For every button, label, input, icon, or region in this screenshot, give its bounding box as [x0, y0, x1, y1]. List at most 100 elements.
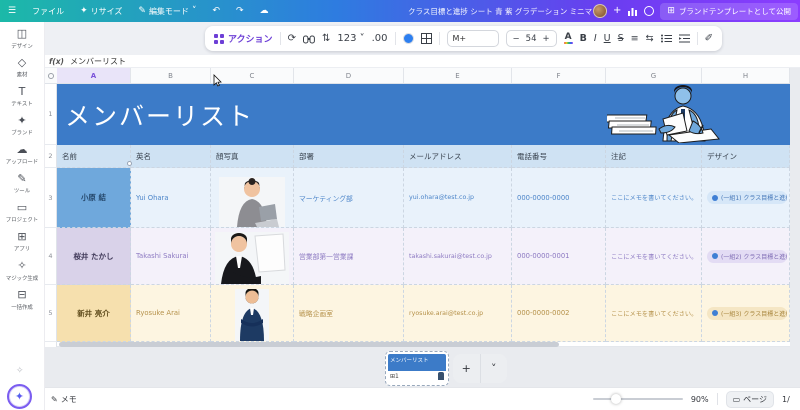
resize-button[interactable]: ✦リサイズ	[72, 0, 130, 22]
row-number-5[interactable]: 5	[45, 285, 57, 342]
add-sheet-button[interactable]: +	[453, 354, 481, 383]
cell-design[interactable]: (一組1) クラス目標と進捗 …	[702, 168, 790, 228]
undo-button[interactable]: ↶	[204, 0, 228, 22]
selection-handle[interactable]	[127, 161, 132, 166]
cell-phone[interactable]: 000-0000-0002	[512, 285, 606, 342]
cell-note[interactable]: ここにメモを書いてください。	[606, 285, 702, 342]
column-header-A[interactable]: A	[57, 68, 131, 83]
cell-photo[interactable]	[211, 168, 294, 228]
edit-mode-button[interactable]: ✎編集モード˅	[130, 0, 204, 22]
cell-english-name[interactable]: Yui Ohara	[131, 168, 211, 228]
cell-email[interactable]: ryosuke.arai@test.co.jp	[404, 285, 512, 342]
header-cell-H[interactable]: デザイン	[702, 145, 790, 168]
column-header-G[interactable]: G	[606, 68, 702, 83]
font-size-decrease[interactable]: −	[513, 34, 520, 44]
sidebar-item-projects[interactable]: ▭プロジェクト	[4, 202, 40, 224]
header-cell-A[interactable]: 名前	[57, 145, 131, 168]
sheet-list-button[interactable]: ˅	[481, 354, 508, 383]
cell-note[interactable]: ここにメモを書いてください。	[606, 228, 702, 285]
sidebar-item-elements[interactable]: ◇素材	[16, 57, 28, 79]
cell-note[interactable]: ここにメモを書いてください。	[606, 168, 702, 228]
binoculars-icon[interactable]	[303, 34, 315, 44]
formula-bar[interactable]: f(x) メンバーリスト	[45, 55, 800, 68]
cell-email[interactable]: takashi.sakurai@test.co.jp	[404, 228, 512, 285]
column-header-H[interactable]: H	[702, 68, 790, 83]
zoom-slider[interactable]	[593, 398, 683, 400]
column-header-D[interactable]: D	[294, 68, 404, 83]
cell-design[interactable]: (一組3) クラス目標と進捗 …	[702, 285, 790, 342]
header-cell-B[interactable]: 英名	[131, 145, 211, 168]
cell-phone[interactable]: 000-0000-0000	[512, 168, 606, 228]
underline-button[interactable]: U	[604, 33, 611, 44]
cell-name[interactable]: 小原 結	[57, 168, 131, 228]
cell-design[interactable]: (一組2) クラス目標と進捗 …	[702, 228, 790, 285]
document-title[interactable]: クラス目標と進捗 シート 青 紫 グラデーション ミニマリストス...	[408, 0, 608, 22]
cloud-save-status[interactable]: ☁	[252, 0, 277, 22]
design-link-chip[interactable]: (一組2) クラス目標と進捗 …	[707, 250, 787, 263]
sidebar-item-magic-media[interactable]: ✧マジック生成	[4, 260, 40, 282]
zoom-slider-knob[interactable]	[611, 394, 621, 404]
add-member-button[interactable]: +	[613, 6, 621, 16]
design-link-chip[interactable]: (一組1) クラス目標と進捗 …	[707, 191, 787, 204]
sidebar-item-tools[interactable]: ✎ツール	[13, 173, 31, 195]
text-color-button[interactable]: A	[564, 33, 573, 45]
cell-email[interactable]: yui.ohara@test.co.jp	[404, 168, 512, 228]
cell-name[interactable]: 桜井 たかし	[57, 228, 131, 285]
title-cell[interactable]: メンバーリスト	[57, 84, 790, 145]
file-menu-button[interactable]: ファイル	[24, 0, 72, 22]
column-header-E[interactable]: E	[404, 68, 512, 83]
sidebar-item-brand[interactable]: ✦ブランド	[10, 115, 34, 137]
bold-button[interactable]: B	[580, 33, 587, 44]
sidebar-item-apps[interactable]: ⊞アプリ	[13, 231, 31, 253]
select-all-button[interactable]	[45, 68, 57, 83]
canva-assistant-button[interactable]: ✦	[7, 384, 32, 409]
cell-department[interactable]: 営業部第一営業課	[294, 228, 404, 285]
cell-photo[interactable]	[211, 285, 294, 342]
notes-button[interactable]: ✎ メモ	[45, 394, 77, 405]
list-button[interactable]	[661, 34, 672, 43]
cell-english-name[interactable]: Takashi Sakurai	[131, 228, 211, 285]
design-link-chip[interactable]: (一組3) クラス目標と進捗 …	[707, 307, 787, 320]
italic-button[interactable]: I	[594, 33, 597, 44]
cell-english-name[interactable]: Ryosuke Arai	[131, 285, 211, 342]
insights-chart-icon[interactable]	[627, 6, 638, 17]
main-menu-button[interactable]: ☰	[0, 0, 24, 22]
sidebar-item-design[interactable]: ◫デザイン	[10, 28, 34, 50]
column-header-C[interactable]: C	[211, 68, 294, 83]
number-format-dropdown[interactable]: 123 ˅	[337, 34, 364, 44]
avatar[interactable]	[593, 4, 607, 18]
header-cell-C[interactable]: 顔写真	[211, 145, 294, 168]
sidebar-item-bulk-create[interactable]: ⊟一括作成	[10, 289, 34, 311]
font-family-selector[interactable]: M+	[447, 30, 499, 47]
row-number-1[interactable]: 1	[45, 84, 57, 145]
cell-phone[interactable]: 000-0000-0001	[512, 228, 606, 285]
reading-person-illustration[interactable]	[607, 85, 729, 147]
actions-button[interactable]: アクション	[214, 32, 273, 45]
page-view-button[interactable]: ▭ ページ	[726, 391, 774, 408]
cell-department[interactable]: マーケティング部	[294, 168, 404, 228]
row-number-[interactable]	[45, 342, 57, 347]
horizontal-scrollbar[interactable]	[59, 342, 559, 347]
sidebar-item-uploads[interactable]: ☁アップロード	[4, 144, 40, 166]
font-size-increase[interactable]: +	[542, 34, 549, 44]
fill-color-button[interactable]	[403, 33, 414, 44]
sheet-tab-thumbnail[interactable]: メンバーリスト ⊞1	[385, 351, 449, 386]
row-number-3[interactable]: 3	[45, 168, 57, 228]
borders-icon[interactable]	[421, 33, 432, 44]
header-cell-G[interactable]: 注記	[606, 145, 702, 168]
cell-photo[interactable]	[211, 228, 294, 285]
decimal-places-button[interactable]: .00	[372, 34, 388, 44]
strikethrough-button[interactable]: S	[618, 33, 624, 44]
comment-icon[interactable]	[644, 6, 654, 16]
cell-department[interactable]: 戦略企画室	[294, 285, 404, 342]
cell-name[interactable]: 新井 亮介	[57, 285, 131, 342]
header-cell-E[interactable]: メールアドレス	[404, 145, 512, 168]
header-cell-D[interactable]: 部署	[294, 145, 404, 168]
publish-brand-template-button[interactable]: ⊞ ブランドテンプレートとして公開	[660, 3, 798, 20]
row-number-4[interactable]: 4	[45, 228, 57, 285]
sidebar-item-text[interactable]: Tテキスト	[10, 86, 34, 108]
redo-button[interactable]: ↷	[228, 0, 252, 22]
column-header-B[interactable]: B	[131, 68, 211, 83]
indent-button[interactable]	[679, 34, 690, 43]
font-size-stepper[interactable]: − 54 +	[506, 30, 557, 47]
